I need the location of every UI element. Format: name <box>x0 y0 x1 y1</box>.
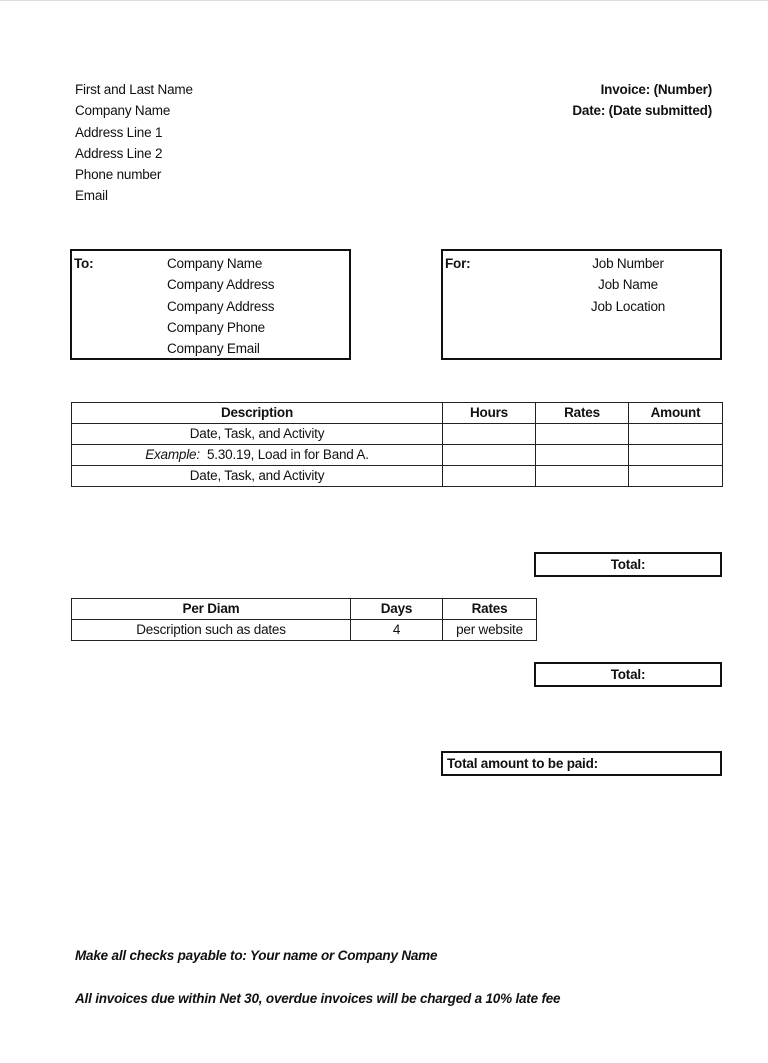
col-rates: Rates <box>442 598 537 620</box>
services-table: Description Hours Rates Amount Date, Tas… <box>71 402 723 487</box>
table-row: Date, Task, and Activity <box>71 465 723 487</box>
cell-hours[interactable] <box>442 465 536 487</box>
example-prefix: Example: <box>145 447 200 462</box>
col-days: Days <box>350 598 443 620</box>
table-row: Date, Task, and Activity <box>71 423 723 445</box>
to-company-address-2: Company Address <box>167 298 275 314</box>
cell-amount[interactable] <box>628 465 723 487</box>
job-number: Job Number <box>592 256 664 271</box>
to-company-address: Company Address <box>167 277 275 293</box>
bill-to-label: To: <box>74 256 94 271</box>
cell-rates[interactable] <box>535 465 629 487</box>
to-company-name: Company Name <box>167 256 263 271</box>
col-per-diem: Per Diam <box>71 598 351 620</box>
sender-address-2: Address Line 2 <box>75 145 163 161</box>
job-name: Job Name <box>598 277 658 293</box>
cell-description[interactable]: Date, Task, and Activity <box>71 423 443 445</box>
table-row: Description such as dates 4 per website <box>71 619 537 641</box>
job-for-box: For: Job Number Job Name Job Location <box>441 249 722 360</box>
col-hours: Hours <box>442 402 536 424</box>
cell-amount[interactable] <box>628 423 723 445</box>
invoice-number: Invoice: (Number) <box>600 82 713 97</box>
services-total: Total: <box>534 552 722 577</box>
sender-address-1: Address Line 1 <box>75 124 163 140</box>
col-description: Description <box>71 402 443 424</box>
job-location: Job Location <box>590 298 666 314</box>
cell-hours[interactable] <box>442 423 536 445</box>
payment-terms-note: All invoices due within Net 30, overdue … <box>75 991 561 1006</box>
bill-to-box: To: Company Name Company Address Company… <box>70 249 351 360</box>
sender-email: Email <box>75 188 108 204</box>
to-company-email: Company Email <box>167 341 260 357</box>
cell-description[interactable]: Description such as dates <box>71 619 351 641</box>
cell-amount[interactable] <box>628 444 723 466</box>
col-rates: Rates <box>535 402 629 424</box>
invoice-meta: Invoice: (Number) Date: (Date submitted) <box>572 79 712 122</box>
for-label: For: <box>445 256 471 271</box>
cell-description[interactable]: Date, Task, and Activity <box>71 465 443 487</box>
example-text: 5.30.19, Load in for Band A. <box>207 447 369 462</box>
cell-rates[interactable]: per website <box>442 619 537 641</box>
sender-phone: Phone number <box>75 167 162 183</box>
page-edge <box>0 0 768 1</box>
sender-block: First and Last Name Company Name Address… <box>75 79 193 207</box>
cell-description[interactable]: Example: 5.30.19, Load in for Band A. <box>71 444 443 466</box>
sender-company: Company Name <box>75 103 171 119</box>
table-header-row: Per Diam Days Rates <box>71 598 537 620</box>
sender-name: First and Last Name <box>75 82 193 97</box>
per-diem-total: Total: <box>534 662 722 687</box>
cell-rates[interactable] <box>535 423 629 445</box>
table-header-row: Description Hours Rates Amount <box>71 402 723 424</box>
checks-payable-note: Make all checks payable to: Your name or… <box>75 948 438 963</box>
cell-rates[interactable] <box>535 444 629 466</box>
table-row: Example: 5.30.19, Load in for Band A. <box>71 444 723 466</box>
cell-hours[interactable] <box>442 444 536 466</box>
invoice-date: Date: (Date submitted) <box>572 103 712 119</box>
col-amount: Amount <box>628 402 723 424</box>
per-diem-table: Per Diam Days Rates Description such as … <box>71 598 537 641</box>
cell-days[interactable]: 4 <box>350 619 443 641</box>
grand-total: Total amount to be paid: <box>441 751 722 776</box>
to-company-phone: Company Phone <box>167 319 265 335</box>
